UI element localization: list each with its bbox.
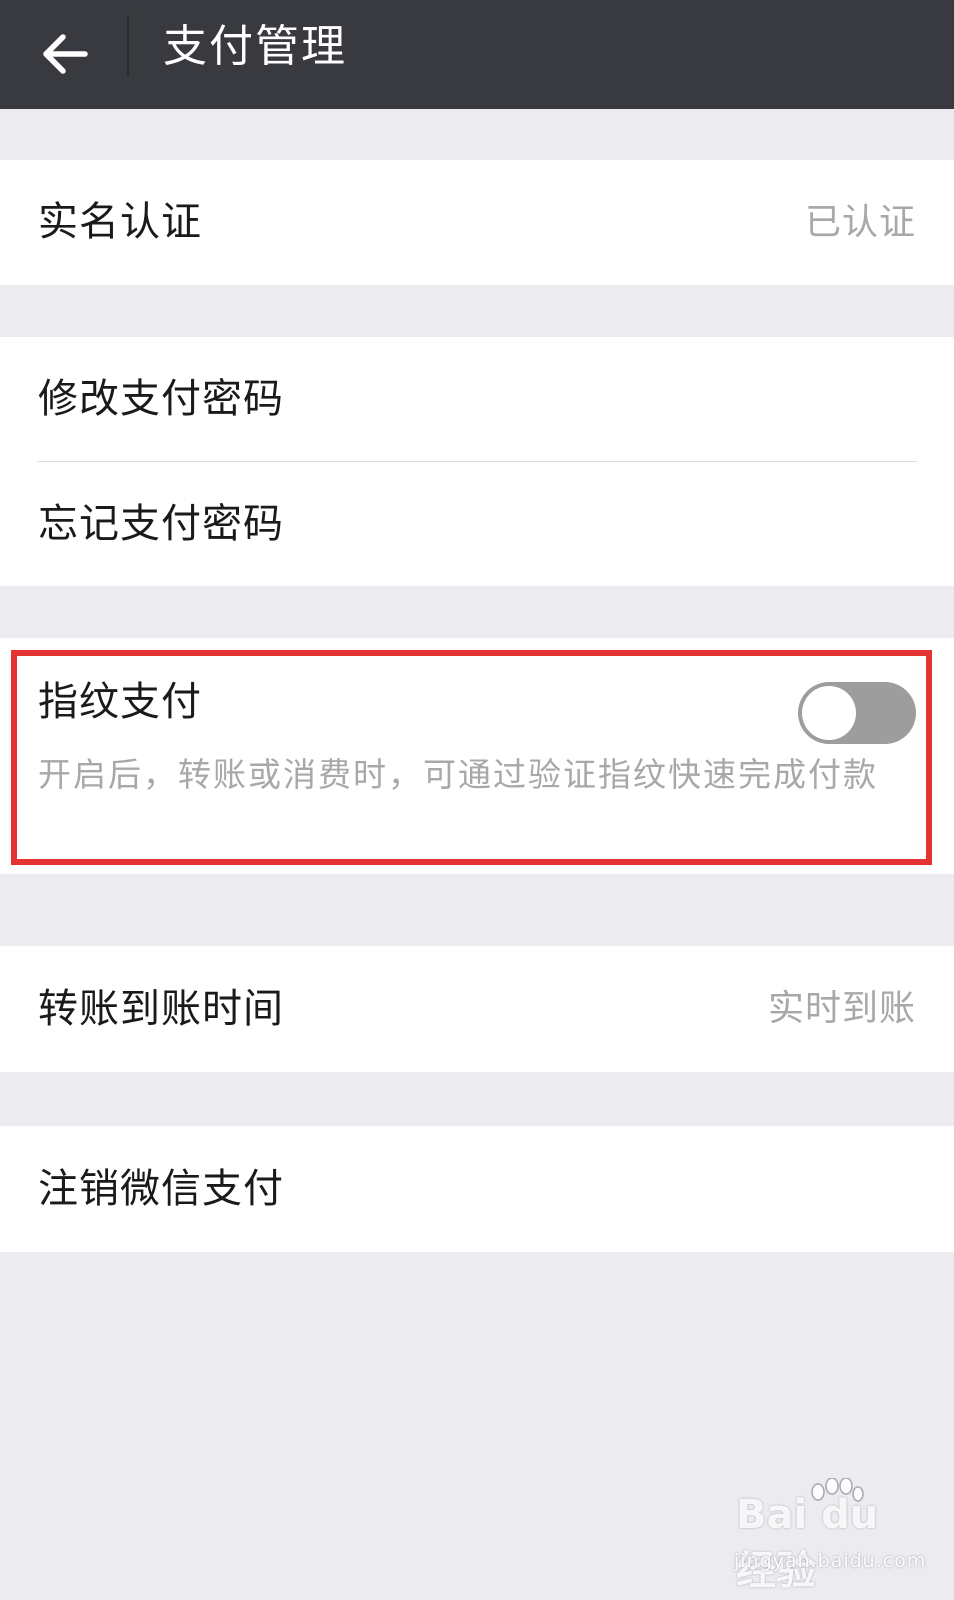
page-title: 支付管理 [163,21,347,72]
arrow-left-icon [43,34,88,74]
transfer-time-value: 实时到账 [767,988,916,1029]
header-divider [127,15,129,77]
real-name-status: 已认证 [804,202,916,243]
watermark-logo-text: Bai du 经验 [736,1492,879,1594]
deactivate-row[interactable]: 注销微信支付 [0,1126,954,1252]
watermark-url: jingyan.baidu.com [734,1550,927,1572]
transfer-time-label: 转账到账时间 [38,986,284,1032]
deactivate-label: 注销微信支付 [38,1166,284,1212]
top-bar: 支付管理 [0,0,954,109]
group-deactivate: 注销微信支付 [0,1126,954,1252]
transfer-time-row[interactable]: 转账到账时间 实时到账 [0,946,954,1072]
real-name-label: 实名认证 [38,199,202,245]
fingerprint-pay-description: 开启后，转账或消费时，可通过验证指纹快速完成付款 [38,755,878,794]
group-real-name: 实名认证 已认证 [0,160,954,285]
forgot-password-row[interactable]: 忘记支付密码 [0,462,954,586]
real-name-row[interactable]: 实名认证 已认证 [0,160,954,285]
group-fingerprint: 指纹支付 开启后，转账或消费时，可通过验证指纹快速完成付款 [0,638,954,874]
group-transfer-time: 转账到账时间 实时到账 [0,946,954,1072]
back-button[interactable] [24,14,104,94]
baidu-watermark: Bai du 经验 jingyan.baidu.com [728,1478,925,1594]
change-password-row[interactable]: 修改支付密码 [0,337,954,461]
group-password: 修改支付密码 忘记支付密码 [0,337,954,586]
forgot-password-label: 忘记支付密码 [38,501,284,547]
fingerprint-pay-toggle[interactable] [798,682,916,744]
change-password-label: 修改支付密码 [38,376,284,422]
fingerprint-pay-label: 指纹支付 [38,679,202,725]
toggle-knob [802,686,856,740]
